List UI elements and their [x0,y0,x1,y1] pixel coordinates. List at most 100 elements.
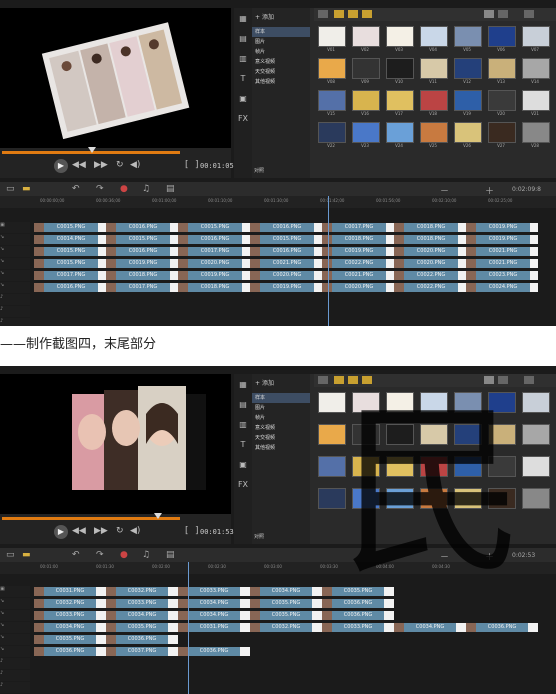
title-icon[interactable]: T [237,74,249,83]
timeline-clip[interactable]: C0036.PNG [44,647,96,656]
thumbnail-item[interactable] [454,58,482,79]
timeline-clip[interactable]: C0018.PNG [404,223,458,232]
thumbnail-item[interactable] [318,90,346,111]
fx-icon[interactable]: FX [237,480,249,489]
folder-item[interactable]: 图片 [252,37,310,47]
folder-item[interactable]: 意义视频 [252,57,310,67]
track-header[interactable]: ♪ [0,306,30,317]
timeline-clip[interactable]: C0016.PNG [260,223,314,232]
playhead[interactable] [328,196,329,326]
thumbnail-item[interactable] [488,122,516,143]
timeline-clip[interactable]: C0034.PNG [116,611,168,620]
view-list-icon[interactable] [498,376,508,384]
view-list-icon[interactable] [498,10,508,18]
folder-item[interactable]: 样本 [252,27,310,37]
timeline-clip[interactable]: C0031.PNG [188,623,240,632]
timeline-clip[interactable]: C0033.PNG [332,623,384,632]
thumbnail-item[interactable] [522,392,550,413]
thumbnail-item[interactable] [386,26,414,47]
folder-item[interactable]: 其他视频 [252,443,310,453]
timeline-clip[interactable]: C0021.PNG [476,247,530,256]
media-icon[interactable]: ▦ [237,14,249,23]
track-header[interactable]: ♪ [0,670,30,681]
timeline-clip[interactable]: C0034.PNG [44,623,96,632]
add-folder-button[interactable]: + 添加 [252,374,310,393]
timeline-clip[interactable]: C0036.PNG [188,647,240,656]
mark-in-button[interactable]: [ [185,526,189,536]
play-button[interactable]: ▶ [54,525,68,539]
mark-out-button[interactable]: ] [195,526,199,536]
media-icon[interactable]: ▦ [237,380,249,389]
volume-icon[interactable]: ◀) [130,526,140,536]
timeline-clip[interactable]: C0019.PNG [116,259,170,268]
folder-item[interactable]: 帧片 [252,413,310,423]
mixer-icon[interactable]: ♫ [142,550,150,560]
scrub-bar[interactable] [2,513,180,520]
auto-music-icon[interactable]: ▤ [166,550,175,560]
timeline-view-icon[interactable]: ▬ [22,550,31,560]
timeline-clip[interactable]: C0016.PNG [116,247,170,256]
timeline-ruler[interactable]: 00:00:00;00 00:00:36;00 00:01:00;00 00:01:1… [0,196,556,208]
thumbnail-item[interactable] [454,26,482,47]
track-header[interactable]: ♪ [0,658,30,669]
play-button[interactable]: ▶ [54,159,68,173]
timeline-clip[interactable]: C0033.PNG [188,587,240,596]
timeline-clip[interactable]: C0036.PNG [332,599,384,608]
folder-item[interactable]: 天交视频 [252,67,310,77]
timeline-clip[interactable]: C0020.PNG [188,259,242,268]
timeline-clip[interactable]: C0017.PNG [116,283,170,292]
timeline-clip[interactable]: C0019.PNG [188,271,242,280]
record-icon[interactable]: ● [120,550,128,560]
thumbnail-item[interactable] [386,58,414,79]
folder-icon[interactable] [318,10,328,18]
thumbnail-item[interactable] [522,456,550,477]
timeline-clip[interactable]: C0014.PNG [44,235,98,244]
timeline-clip[interactable]: C0022.PNG [404,271,458,280]
timeline-clip[interactable]: C0016.PNG [260,247,314,256]
timeline-clip[interactable]: C0020.PNG [404,247,458,256]
storyboard-view-icon[interactable]: ▭ [6,184,15,194]
timeline-clip[interactable]: C0032.PNG [260,623,312,632]
transition-icon[interactable]: ▤ [237,34,249,43]
timeline-clip[interactable]: C0037.PNG [116,647,168,656]
timeline-clip[interactable]: C0034.PNG [188,599,240,608]
folder-item[interactable]: 图片 [252,403,310,413]
thumbnail-item[interactable] [522,26,550,47]
undo-icon[interactable]: ↶ [72,184,80,194]
photo-filter-icon[interactable] [348,10,358,18]
track-header[interactable]: ▣ [0,222,30,233]
track-header[interactable]: ↘ [0,258,30,269]
timeline-clip[interactable]: C0036.PNG [476,623,528,632]
thumbnail-item[interactable] [352,26,380,47]
timeline-clip[interactable]: C0034.PNG [260,587,312,596]
track-header[interactable]: ↘ [0,646,30,657]
prev-frame-button[interactable]: ◀◀ [72,160,86,170]
track-header[interactable]: ↘ [0,282,30,293]
track-header[interactable]: ↘ [0,634,30,645]
track-header[interactable]: ↘ [0,610,30,621]
title-icon[interactable]: T [237,440,249,449]
timeline-clip[interactable]: C0015.PNG [44,223,98,232]
timeline-clip[interactable]: C0033.PNG [116,599,168,608]
video-filter-icon[interactable] [334,376,344,384]
track-header[interactable]: ♪ [0,682,30,693]
thumbnail-item[interactable] [454,90,482,111]
timeline-clip[interactable]: C0032.PNG [116,587,168,596]
timeline-clip[interactable]: C0022.PNG [404,283,458,292]
folder-item[interactable]: 帧片 [252,47,310,57]
thumbnail-item[interactable] [488,90,516,111]
mark-in-button[interactable]: [ [185,160,189,170]
timeline-clip[interactable]: C0021.PNG [332,271,386,280]
prev-frame-button[interactable]: ◀◀ [72,526,86,536]
thumbnail-item[interactable] [386,90,414,111]
redo-icon[interactable]: ↷ [96,550,104,560]
thumbnail-item[interactable] [522,90,550,111]
timeline-clip[interactable]: C0021.PNG [476,259,530,268]
mixer-icon[interactable]: ♫ [142,184,150,194]
sort-icon[interactable] [524,376,534,384]
timeline-view-icon[interactable]: ▬ [22,184,31,194]
graphic-icon[interactable]: ▣ [237,94,249,103]
next-frame-button[interactable]: ▶▶ [94,526,108,536]
timeline-clip[interactable]: C0017.PNG [188,247,242,256]
fx-icon[interactable]: FX [237,114,249,123]
